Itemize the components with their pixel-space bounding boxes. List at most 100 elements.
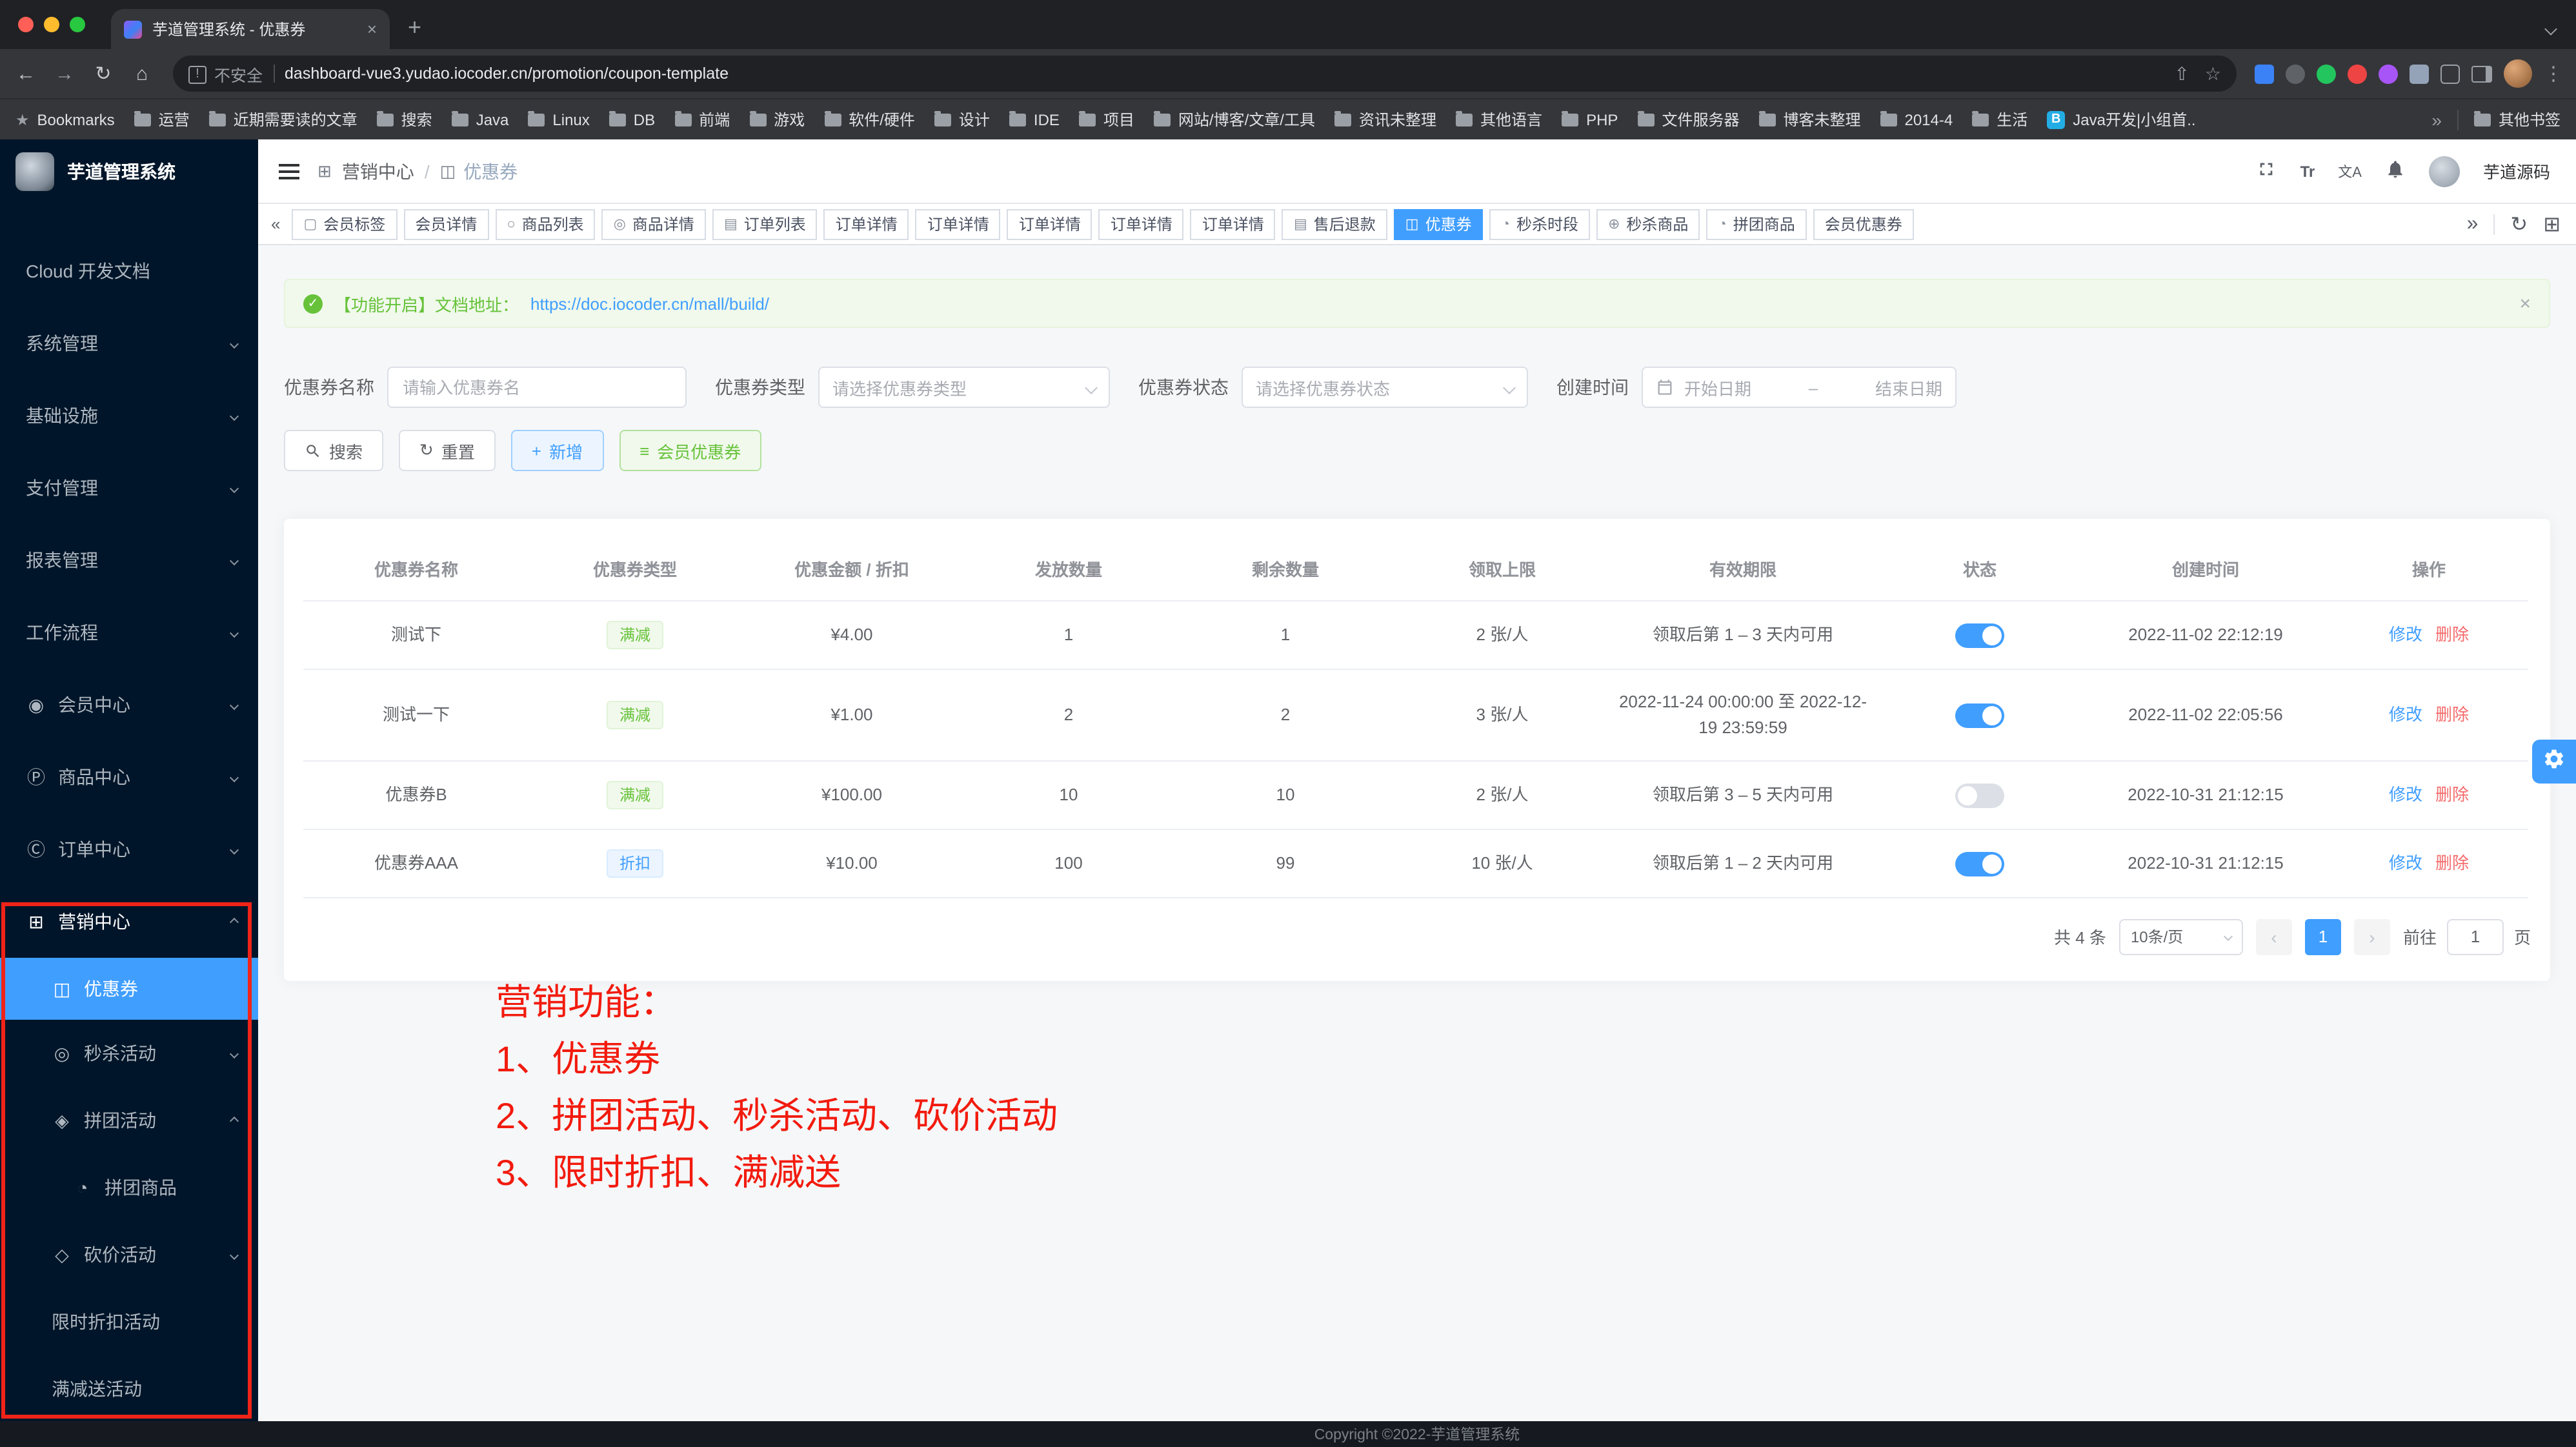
bookmark-folder[interactable]: 2014-4 bbox=[1880, 110, 1953, 128]
sidebar-item-infra[interactable]: 基础设施 bbox=[0, 379, 258, 452]
sidebar-item-coupon[interactable]: 优惠券 bbox=[0, 958, 258, 1020]
user-avatar[interactable] bbox=[2429, 156, 2460, 187]
locale-icon[interactable] bbox=[2338, 160, 2362, 182]
forward-button[interactable] bbox=[52, 63, 77, 85]
bookmark-folder[interactable]: 项目 bbox=[1079, 108, 1134, 130]
bookmark-folder[interactable]: 软件/硬件 bbox=[824, 108, 915, 130]
tags-scroll-left-icon[interactable] bbox=[271, 214, 280, 234]
bookmark-folder[interactable]: 游戏 bbox=[749, 108, 805, 130]
sidebar-item-cloud-docs[interactable]: Cloud 开发文档 bbox=[0, 235, 258, 307]
reload-button[interactable] bbox=[90, 62, 116, 85]
sidebar-item-bargain[interactable]: 砍价活动 bbox=[0, 1221, 258, 1288]
sidebar-item-discount-activity[interactable]: 限时折扣活动 bbox=[0, 1288, 258, 1355]
extension-icon[interactable] bbox=[2286, 64, 2305, 83]
coupon-type-select[interactable]: 请选择优惠券类型 bbox=[818, 367, 1110, 408]
tab-seckill-time[interactable]: 秒杀时段 bbox=[1490, 208, 1590, 239]
end-date-placehol­der[interactable]: 结束日期 bbox=[1875, 375, 1942, 400]
bookmark-folder[interactable]: 设计 bbox=[934, 108, 990, 130]
bookmark-folder[interactable]: 生活 bbox=[1972, 108, 2028, 130]
sidebar-item-order[interactable]: 订单中心 bbox=[0, 813, 258, 885]
bookmark-folder[interactable]: 文件服务器 bbox=[1637, 108, 1739, 130]
tab-seckill-product[interactable]: 秒杀商品 bbox=[1596, 208, 1700, 239]
bookmark-folder[interactable]: Java bbox=[452, 110, 509, 128]
start-date-placeholder[interactable]: 开始日期 bbox=[1684, 375, 1751, 400]
search-button[interactable]: 搜索 bbox=[284, 430, 383, 471]
tab-order-detail[interactable]: 订单详情 bbox=[916, 208, 1001, 239]
refresh-page-icon[interactable] bbox=[2510, 211, 2528, 237]
url-text[interactable]: dashboard-vue3.yudao.iocoder.cn/promotio… bbox=[285, 65, 2164, 83]
delete-link[interactable]: 删除 bbox=[2435, 704, 2469, 724]
address-bar[interactable]: 不安全 dashboard-vue3.yudao.iocoder.cn/prom… bbox=[173, 56, 2237, 92]
bookmark-item[interactable]: Java开发|小组首.. bbox=[2047, 108, 2195, 130]
extension-icon[interactable] bbox=[2255, 64, 2274, 83]
bookmark-folder[interactable]: DB bbox=[609, 110, 655, 128]
browser-menu-icon[interactable] bbox=[2544, 62, 2563, 85]
member-coupon-button[interactable]: 会员优惠券 bbox=[619, 430, 761, 471]
sidebar-item-seckill[interactable]: 秒杀活动 bbox=[0, 1020, 258, 1087]
goto-page-input[interactable] bbox=[2447, 918, 2504, 955]
bookmark-folder[interactable]: 搜索 bbox=[377, 108, 432, 130]
sidebar-item-groupon[interactable]: 拼团活动 bbox=[0, 1087, 258, 1154]
sidebar-item-workflow[interactable]: 工作流程 bbox=[0, 596, 258, 669]
status-toggle[interactable] bbox=[1955, 783, 2004, 807]
edit-link[interactable]: 修改 bbox=[2389, 853, 2422, 872]
bell-icon[interactable] bbox=[2385, 158, 2406, 184]
tab-after-sale[interactable]: 售后退款 bbox=[1282, 208, 1387, 239]
collapse-sidebar-icon[interactable] bbox=[279, 163, 299, 179]
bookmark-folder[interactable]: 网站/博客/文章/工具 bbox=[1154, 108, 1315, 130]
sidebar-item-report[interactable]: 报表管理 bbox=[0, 524, 258, 596]
tab-groupon-product[interactable]: 拼团商品 bbox=[1706, 208, 1806, 239]
tab-member-tag[interactable]: 会员标签 bbox=[292, 208, 397, 239]
tab-member-detail[interactable]: 会员详情 bbox=[403, 208, 488, 239]
edit-link[interactable]: 修改 bbox=[2389, 784, 2422, 804]
sidebar-item-system[interactable]: 系统管理 bbox=[0, 307, 258, 379]
sidebar-item-product[interactable]: 商品中心 bbox=[0, 741, 258, 813]
prev-page-button[interactable]: ‹ bbox=[2256, 918, 2292, 955]
bookmark-folder[interactable]: Linux bbox=[528, 110, 589, 128]
tags-scroll-right-icon[interactable] bbox=[2467, 212, 2479, 236]
sidebar-item-member[interactable]: 会员中心 bbox=[0, 669, 258, 741]
security-indicator[interactable]: 不安全 bbox=[188, 61, 263, 86]
tab-product-detail[interactable]: 商品详情 bbox=[602, 208, 706, 239]
edit-link[interactable]: 修改 bbox=[2389, 704, 2422, 724]
sidebar-item-groupon-product[interactable]: 拼团商品 bbox=[0, 1154, 258, 1221]
side-panel-icon[interactable] bbox=[2471, 65, 2492, 82]
home-button[interactable] bbox=[129, 63, 155, 85]
delete-link[interactable]: 删除 bbox=[2435, 624, 2469, 643]
other-bookmarks-folder[interactable]: 其他书签 bbox=[2474, 108, 2561, 130]
zoom-window-button[interactable] bbox=[70, 17, 85, 32]
close-banner-icon[interactable]: × bbox=[2519, 292, 2531, 314]
bookmark-folder[interactable]: PHP bbox=[1562, 110, 1618, 128]
bookmark-star-icon[interactable] bbox=[2205, 63, 2221, 85]
font-size-icon[interactable] bbox=[2300, 160, 2315, 182]
close-tab-icon[interactable]: × bbox=[367, 19, 377, 39]
coupon-name-input[interactable] bbox=[387, 367, 687, 408]
tab-search-chevron-icon[interactable] bbox=[2544, 23, 2557, 35]
new-tab-button[interactable] bbox=[408, 14, 421, 41]
username[interactable]: 芋道源码 bbox=[2483, 159, 2550, 183]
bookmark-folder[interactable]: 博客未整理 bbox=[1758, 108, 1860, 130]
minimize-window-button[interactable] bbox=[44, 17, 59, 32]
tab-coupon-active[interactable]: 优惠券 bbox=[1394, 208, 1484, 239]
back-button[interactable] bbox=[13, 63, 39, 85]
browser-tab[interactable]: 芋道管理系统 - 优惠券 × bbox=[111, 9, 390, 49]
tab-order-list[interactable]: 订单列表 bbox=[712, 208, 818, 239]
close-window-button[interactable] bbox=[18, 17, 34, 32]
status-toggle[interactable] bbox=[1955, 623, 2004, 647]
reset-button[interactable]: 重置 bbox=[399, 430, 496, 471]
bookmark-folder[interactable]: 前端 bbox=[674, 108, 730, 130]
coupon-status-select[interactable]: 请选择优惠券状态 bbox=[1242, 367, 1528, 408]
date-range-picker[interactable]: 开始日期 – 结束日期 bbox=[1642, 367, 1957, 408]
tab-order-detail[interactable]: 订单详情 bbox=[1191, 208, 1276, 239]
tab-order-detail[interactable]: 订单详情 bbox=[1007, 208, 1092, 239]
sidebar-item-reward-activity[interactable]: 满减送活动 bbox=[0, 1355, 258, 1422]
tab-order-detail[interactable]: 订单详情 bbox=[824, 208, 909, 239]
settings-fab[interactable] bbox=[2532, 740, 2576, 784]
delete-link[interactable]: 删除 bbox=[2435, 784, 2469, 804]
status-toggle[interactable] bbox=[1955, 851, 2004, 876]
delete-link[interactable]: 删除 bbox=[2435, 853, 2469, 872]
extension-icon[interactable] bbox=[2317, 64, 2336, 83]
tab-order-detail[interactable]: 订单详情 bbox=[1099, 208, 1184, 239]
next-page-button[interactable]: › bbox=[2354, 918, 2390, 955]
status-toggle[interactable] bbox=[1955, 703, 2004, 727]
